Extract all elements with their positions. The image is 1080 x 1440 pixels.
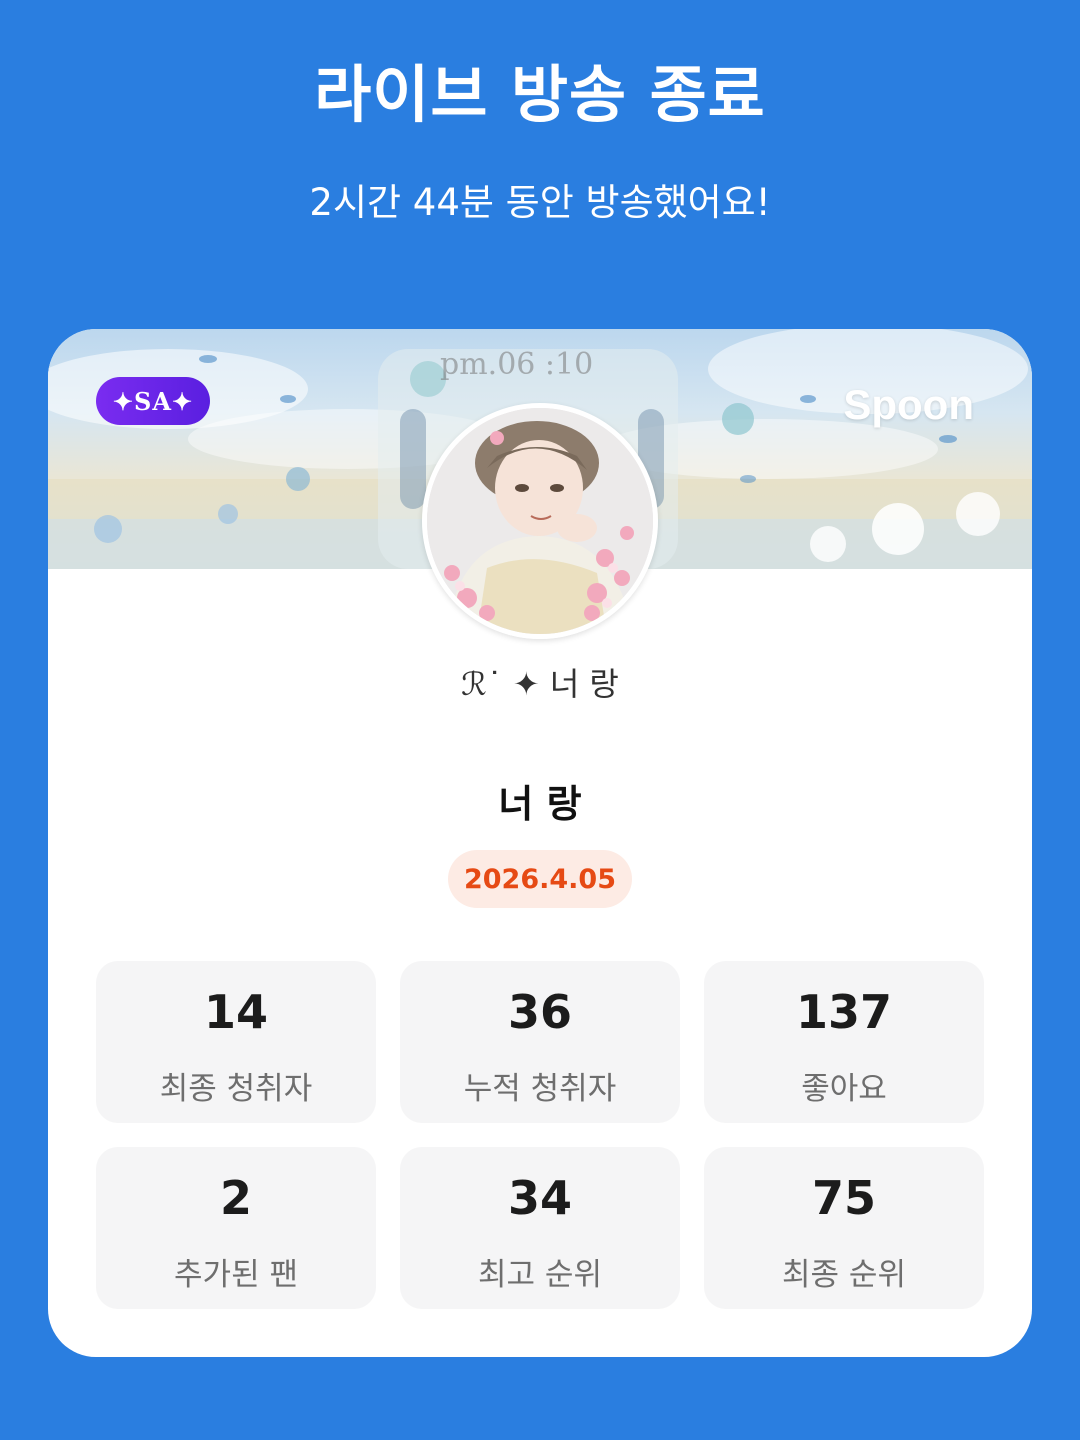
spoon-logo: Spoon — [843, 381, 974, 428]
stat-value: 14 — [203, 985, 268, 1039]
page-title: 라이브 방송 종료 — [314, 58, 766, 131]
broadcast-date-badge: 2026.4.05 — [448, 850, 632, 908]
stat-label: 누적 청취자 — [463, 1071, 617, 1107]
profile-nickname: ℛ˙ ✦ 너 랑 — [461, 665, 619, 703]
stat-label: 추가된 팬 — [174, 1257, 298, 1293]
profile-illustration — [427, 408, 653, 634]
stat-label: 좋아요 — [801, 1071, 887, 1107]
stat-value: 137 — [795, 985, 893, 1039]
stat-final-rank: 75 최종 순위 — [704, 1147, 984, 1309]
stat-best-rank: 34 최고 순위 — [400, 1147, 680, 1309]
live-title: 너 랑 — [498, 782, 582, 826]
broadcast-duration: 2시간 44분 동안 방송했어요! — [309, 181, 771, 224]
stat-new-fans: 2 추가된 팬 — [96, 1147, 376, 1309]
stat-value: 36 — [507, 985, 572, 1039]
stat-final-listeners: 14 최종 청취자 — [96, 961, 376, 1123]
stat-label: 최종 순위 — [782, 1257, 906, 1293]
stat-value: 34 — [507, 1171, 572, 1225]
sa-badge-icon: ✦SA✦ — [96, 377, 210, 425]
summary-card: pm.06 :10 ✦SA✦ Spoon ℛ˙ ✦ 너 랑 너 랑 2026.4… — [48, 329, 1032, 1357]
stat-label: 최종 청취자 — [159, 1071, 313, 1107]
live-ended-screen: 라이브 방송 종료 2시간 44분 동안 방송했어요! pm.06:10 ✦S… — [0, 0, 1080, 1440]
stat-total-listeners: 36 누적 청취자 — [400, 961, 680, 1123]
stat-value: 2 — [219, 1171, 252, 1225]
avatar[interactable] — [422, 403, 658, 639]
stat-value: 75 — [811, 1171, 876, 1225]
banner-time-text: pm.06 :10 — [440, 347, 594, 382]
stat-likes: 137 좋아요 — [704, 961, 984, 1123]
stat-label: 최고 순위 — [478, 1257, 602, 1293]
